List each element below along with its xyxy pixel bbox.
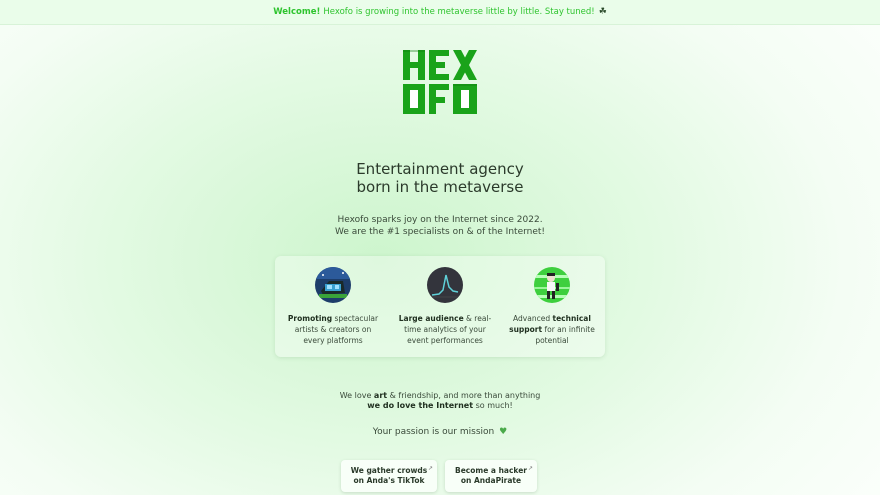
external-link-icon: ↗ xyxy=(427,465,433,472)
headline-line-2: born in the metaverse xyxy=(356,178,524,196)
love-statement: We love art & friendship, and more than … xyxy=(0,391,880,411)
love-e: so much! xyxy=(473,401,513,410)
feature-audience-text: Large audience & real-time analytics of … xyxy=(396,313,494,346)
intro-text: Hexofo sparks joy on the Internet since … xyxy=(0,214,880,238)
love-c: & friendship, and more than anything xyxy=(387,391,541,400)
feature-support-rest: for an infinite potential xyxy=(535,325,595,345)
love-line-2: we do love the Internet so much! xyxy=(0,401,880,411)
headline-line-1: Entertainment agency xyxy=(356,160,524,178)
headline: Entertainment agency born in the metaver… xyxy=(0,160,880,196)
feature-support-pre: Advanced xyxy=(513,314,553,323)
andapirate-button[interactable]: ↗ Become a hacker on AndaPirate xyxy=(445,460,537,492)
tiktok-button-line-2: on Anda's TikTok xyxy=(353,476,425,485)
hexofo-logo xyxy=(403,50,477,114)
tiktok-button-line-1: We gather crowds xyxy=(350,466,428,475)
green-heart-icon: ♥ xyxy=(499,427,508,437)
feature-promoting-text: Promoting spectacular artists & creators… xyxy=(284,313,382,346)
feature-promoting-strong: Promoting xyxy=(287,314,333,323)
love-a: We love xyxy=(339,391,374,400)
features-card: Promoting spectacular artists & creators… xyxy=(275,256,605,357)
andapirate-button-line-2: on AndaPirate xyxy=(460,476,522,485)
welcome-banner: Welcome! Hexofo is growing into the meta… xyxy=(0,0,880,25)
promoting-avatar xyxy=(315,267,351,303)
love-line-1: We love art & friendship, and more than … xyxy=(0,391,880,401)
andapirate-button-line-1: Become a hacker xyxy=(454,466,527,475)
intro-line-1: Hexofo sparks joy on the Internet since … xyxy=(337,215,543,225)
support-avatar xyxy=(534,267,570,303)
tiktok-button[interactable]: ↗ We gather crowds on Anda's TikTok xyxy=(341,460,437,492)
banner-strong: Welcome! xyxy=(273,7,321,17)
mission-text: Your passion is our mission ♥ xyxy=(0,427,880,437)
love-b: art xyxy=(373,391,388,400)
feature-support-text: Advanced technical support for an infini… xyxy=(503,313,601,346)
analytics-avatar xyxy=(427,267,463,303)
feature-audience-strong: Large audience xyxy=(398,314,464,323)
external-link-icon: ↗ xyxy=(527,465,533,472)
mission-label: Your passion is our mission xyxy=(372,427,495,437)
clover-icon: ☘ xyxy=(598,7,607,17)
love-d: we do love the Internet xyxy=(367,401,474,410)
intro-line-2: We are the #1 specialists on & of the In… xyxy=(334,227,546,237)
banner-text: Hexofo is growing into the metaverse lit… xyxy=(323,7,595,17)
